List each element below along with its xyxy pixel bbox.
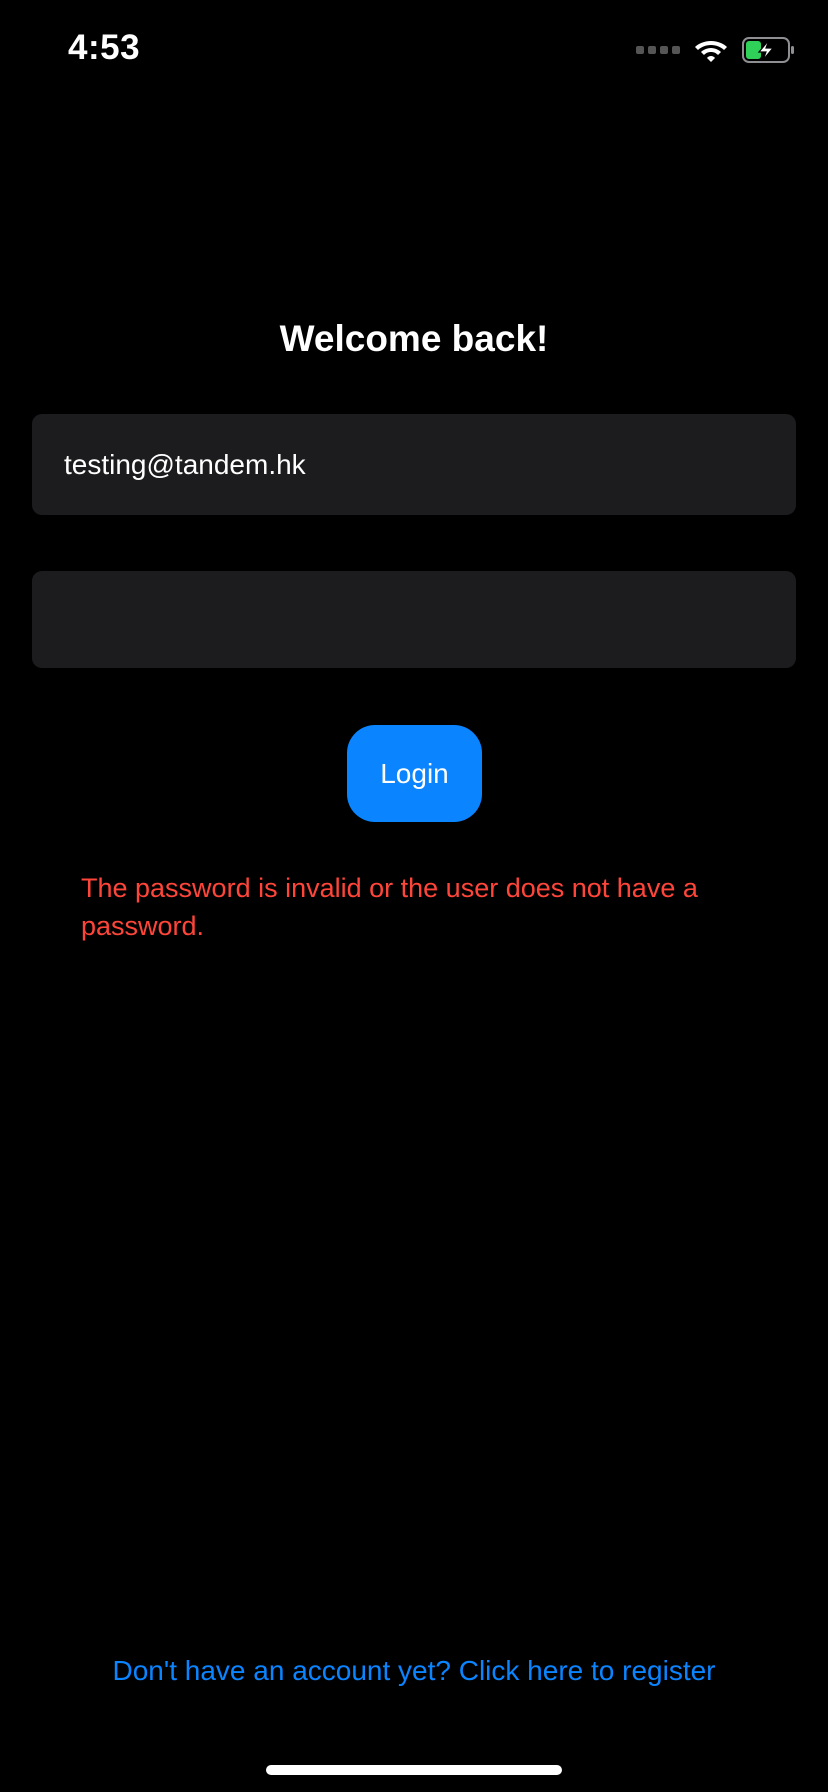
password-field[interactable] — [32, 571, 796, 668]
status-time: 4:53 — [68, 28, 141, 67]
error-message: The password is invalid or the user does… — [81, 873, 698, 941]
login-button[interactable]: Login — [347, 725, 482, 822]
status-icons — [636, 34, 796, 66]
wifi-icon — [695, 41, 727, 62]
signal-icon — [636, 46, 680, 54]
register-link[interactable]: Don't have an account yet? Click here to… — [0, 1655, 828, 1687]
login-screen: 4:53 Welcome back! Login The password is… — [0, 0, 828, 1792]
email-field[interactable] — [32, 414, 796, 515]
battery-charging-icon — [742, 37, 794, 63]
page-title: Welcome back! — [279, 318, 549, 359]
home-indicator — [266, 1765, 562, 1775]
